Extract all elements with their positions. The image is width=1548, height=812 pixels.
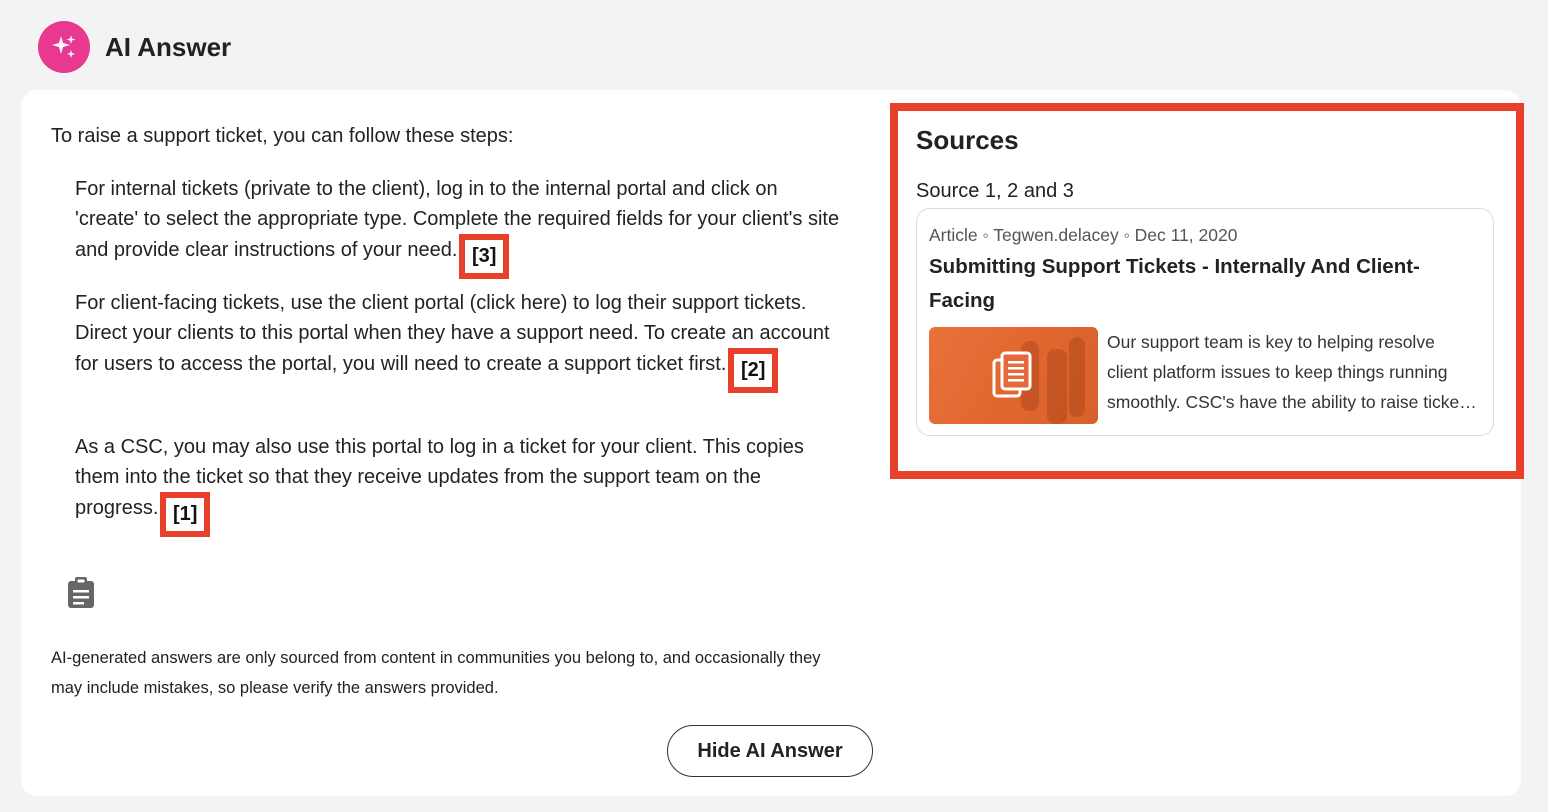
answer-step-2: For client-facing tickets, use the clien… <box>75 288 845 393</box>
answer-intro: To raise a support ticket, you can follo… <box>51 125 514 147</box>
ai-disclaimer: AI-generated answers are only sourced fr… <box>51 649 821 697</box>
sources-panel: Sources Source 1, 2 and 3 Article ◦ Tegw… <box>890 103 1524 479</box>
answer-card: To raise a support ticket, you can follo… <box>21 90 1524 796</box>
answer-step-1: For internal tickets (private to the cli… <box>75 174 845 279</box>
source-card[interactable]: Article ◦ Tegwen.delacey ◦ Dec 11, 2020 … <box>916 208 1494 436</box>
sources-title: Sources <box>916 125 1019 155</box>
sparkles-icon <box>38 21 90 73</box>
document-icon <box>991 351 1033 404</box>
sources-subtitle: Source 1, 2 and 3 <box>916 180 1074 202</box>
answer-step-3: As a CSC, you may also use this portal t… <box>75 432 845 537</box>
source-title-link[interactable]: Submitting Support Tickets - Internally … <box>929 250 1469 318</box>
source-meta: Article ◦ Tegwen.delacey ◦ Dec 11, 2020 <box>929 225 1238 245</box>
clipboard-icon[interactable] <box>67 577 95 609</box>
ai-answer-header: AI Answer <box>38 21 231 73</box>
source-excerpt: Our support team is key to helping resol… <box>1107 332 1473 412</box>
hide-ai-answer-button[interactable]: Hide AI Answer <box>667 725 873 777</box>
source-thumbnail[interactable] <box>929 327 1098 424</box>
page-title: AI Answer <box>105 31 232 62</box>
citation-link[interactable]: [3] <box>459 234 510 279</box>
citation-link[interactable]: [1] <box>159 492 211 537</box>
step-text: For internal tickets (private to the cli… <box>75 178 840 261</box>
citation-link[interactable]: [2] <box>727 348 779 393</box>
step-text: For client-facing tickets, use the clien… <box>75 292 830 375</box>
